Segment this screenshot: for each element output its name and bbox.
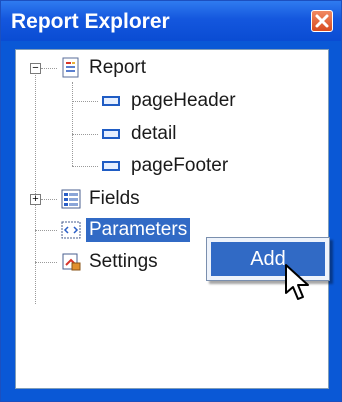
tree-connector	[72, 101, 98, 102]
tree-connector	[35, 230, 57, 231]
settings-icon	[62, 253, 81, 271]
tree-item-page-header[interactable]: pageHeader	[128, 88, 239, 114]
mouse-cursor-icon	[285, 264, 309, 300]
tree-item-detail[interactable]: detail	[128, 121, 179, 147]
tree-item-label: Report	[89, 57, 147, 78]
section-icon	[102, 161, 120, 171]
tree-connector	[72, 82, 73, 166]
tree-item-label: pageFooter	[131, 155, 229, 176]
report-explorer-window: Report Explorer − Report pageHeader deta…	[0, 0, 342, 402]
tree-item-fields[interactable]: Fields	[86, 186, 143, 212]
close-button[interactable]	[311, 10, 333, 32]
menu-item-label: Add	[250, 247, 286, 270]
tree-connector	[41, 68, 57, 69]
window-title: Report Explorer	[11, 10, 170, 33]
tree-connector	[72, 134, 98, 135]
tree-item-label: Settings	[89, 251, 158, 272]
tree-connector	[72, 166, 98, 167]
tree-item-label: Fields	[89, 188, 140, 209]
close-icon	[315, 14, 329, 28]
collapse-toggle[interactable]: −	[30, 63, 41, 74]
tree-connector	[35, 68, 36, 304]
tree-item-page-footer[interactable]: pageFooter	[128, 153, 231, 179]
report-icon	[62, 57, 79, 78]
parameters-icon	[61, 221, 81, 239]
tree-item-label: Parameters	[86, 218, 191, 242]
tree-item-label: pageHeader	[131, 90, 236, 111]
fields-icon	[61, 189, 81, 209]
report-tree[interactable]: − Report pageHeader detail pageFooter +	[15, 49, 329, 389]
title-bar[interactable]: Report Explorer	[1, 1, 341, 41]
expand-toggle[interactable]: +	[30, 194, 41, 205]
tree-item-settings[interactable]: Settings	[86, 249, 161, 275]
tree-item-label: detail	[131, 123, 177, 144]
tree-connector	[35, 262, 57, 263]
section-icon	[102, 96, 120, 106]
section-icon	[102, 129, 120, 139]
tree-item-report[interactable]: Report	[86, 55, 149, 81]
tree-connector	[41, 199, 57, 200]
tree-item-parameters[interactable]: Parameters	[86, 217, 191, 243]
